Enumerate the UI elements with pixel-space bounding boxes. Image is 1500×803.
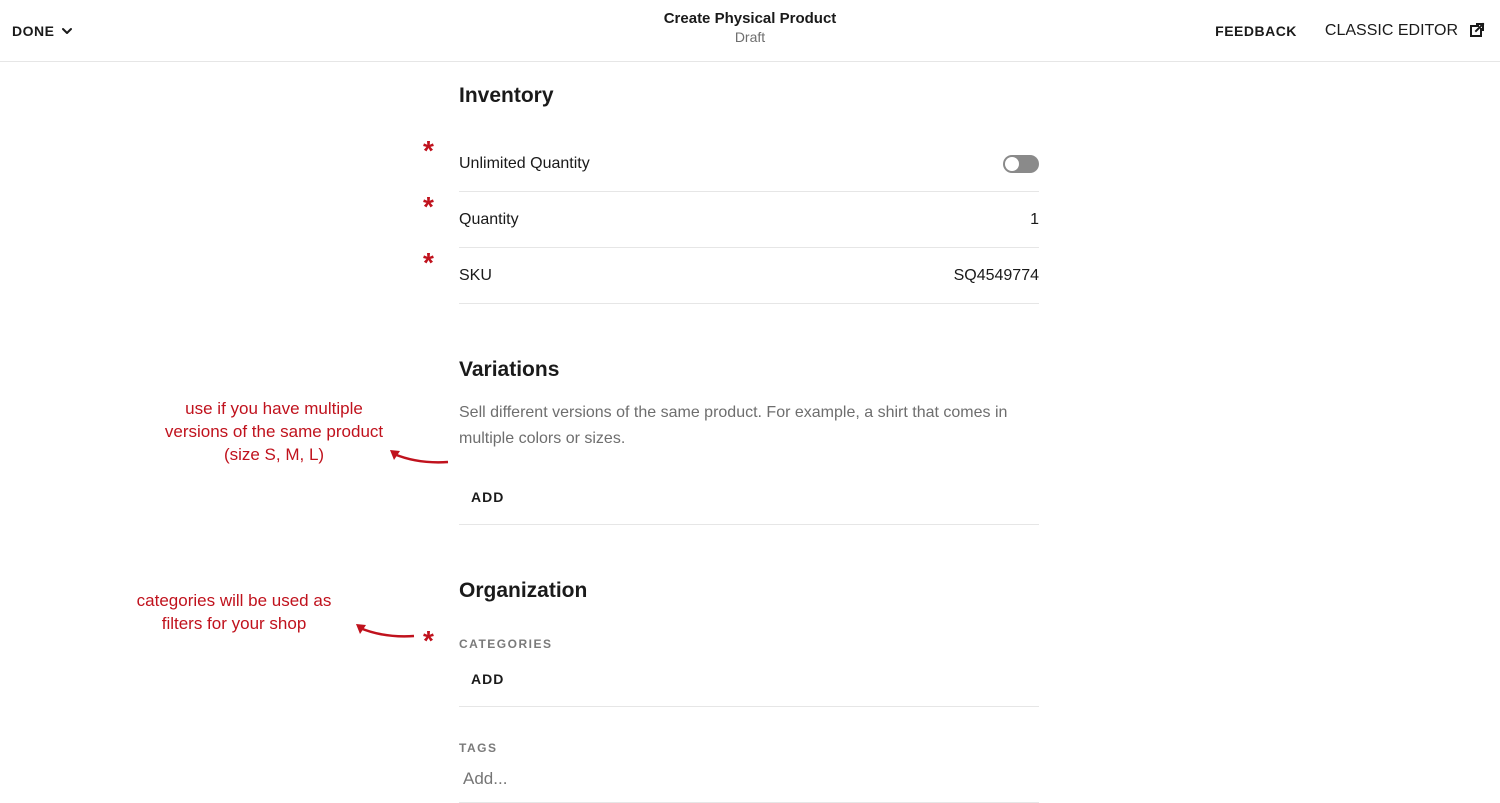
tags-sublabel: TAGS [459,741,1039,755]
tags-input-row [459,755,1039,803]
unlimited-label: Unlimited Quantity [459,155,590,173]
variations-description: Sell different versions of the same prod… [459,400,1039,451]
page-title: Create Physical Product [664,10,837,27]
add-variation-button[interactable]: ADD [459,487,516,507]
header-right: FEEDBACK CLASSIC EDITOR [1215,21,1486,41]
annotation-categories: categories will be used as filters for y… [124,590,344,636]
sku-value: SQ4549774 [954,267,1039,285]
required-asterisk-icon: * [423,625,434,657]
toggle-knob [1005,157,1019,171]
classic-editor-link[interactable]: CLASSIC EDITOR [1325,21,1486,41]
editor-header: DONE Create Physical Product Draft FEEDB… [0,0,1500,62]
arrow-icon [388,448,456,468]
page-status: Draft [664,29,837,45]
sku-label: SKU [459,267,492,285]
chevron-down-icon [60,24,74,38]
unlimited-toggle[interactable] [1003,155,1039,173]
done-label: DONE [12,23,54,39]
quantity-value: 1 [1030,211,1039,229]
field-row-sku[interactable]: SKU SQ4549774 [459,248,1039,304]
field-row-unlimited: Unlimited Quantity [459,136,1039,192]
categories-add-row: ADD [459,651,1039,707]
classic-editor-label: CLASSIC EDITOR [1325,22,1458,40]
required-asterisk-icon: * [423,135,434,167]
required-asterisk-icon: * [423,247,434,279]
add-category-button[interactable]: ADD [459,669,516,689]
arrow-icon [354,622,422,642]
done-button[interactable]: DONE [12,23,74,39]
feedback-link[interactable]: FEEDBACK [1215,23,1297,39]
annotation-variations: use if you have multiple versions of the… [164,398,384,467]
tags-input[interactable] [459,767,1039,791]
content-area: * * * * use if you have multiple version… [0,62,1500,803]
form-column: Inventory Unlimited Quantity Quantity 1 … [459,84,1039,803]
quantity-label: Quantity [459,211,519,229]
section-title-inventory: Inventory [459,84,1039,108]
external-link-icon [1466,21,1486,41]
section-title-organization: Organization [459,579,1039,603]
header-title-block: Create Physical Product Draft [664,10,837,45]
categories-sublabel: CATEGORIES [459,637,1039,651]
variations-add-row: ADD [459,469,1039,525]
section-title-variations: Variations [459,358,1039,382]
required-asterisk-icon: * [423,191,434,223]
field-row-quantity[interactable]: Quantity 1 [459,192,1039,248]
